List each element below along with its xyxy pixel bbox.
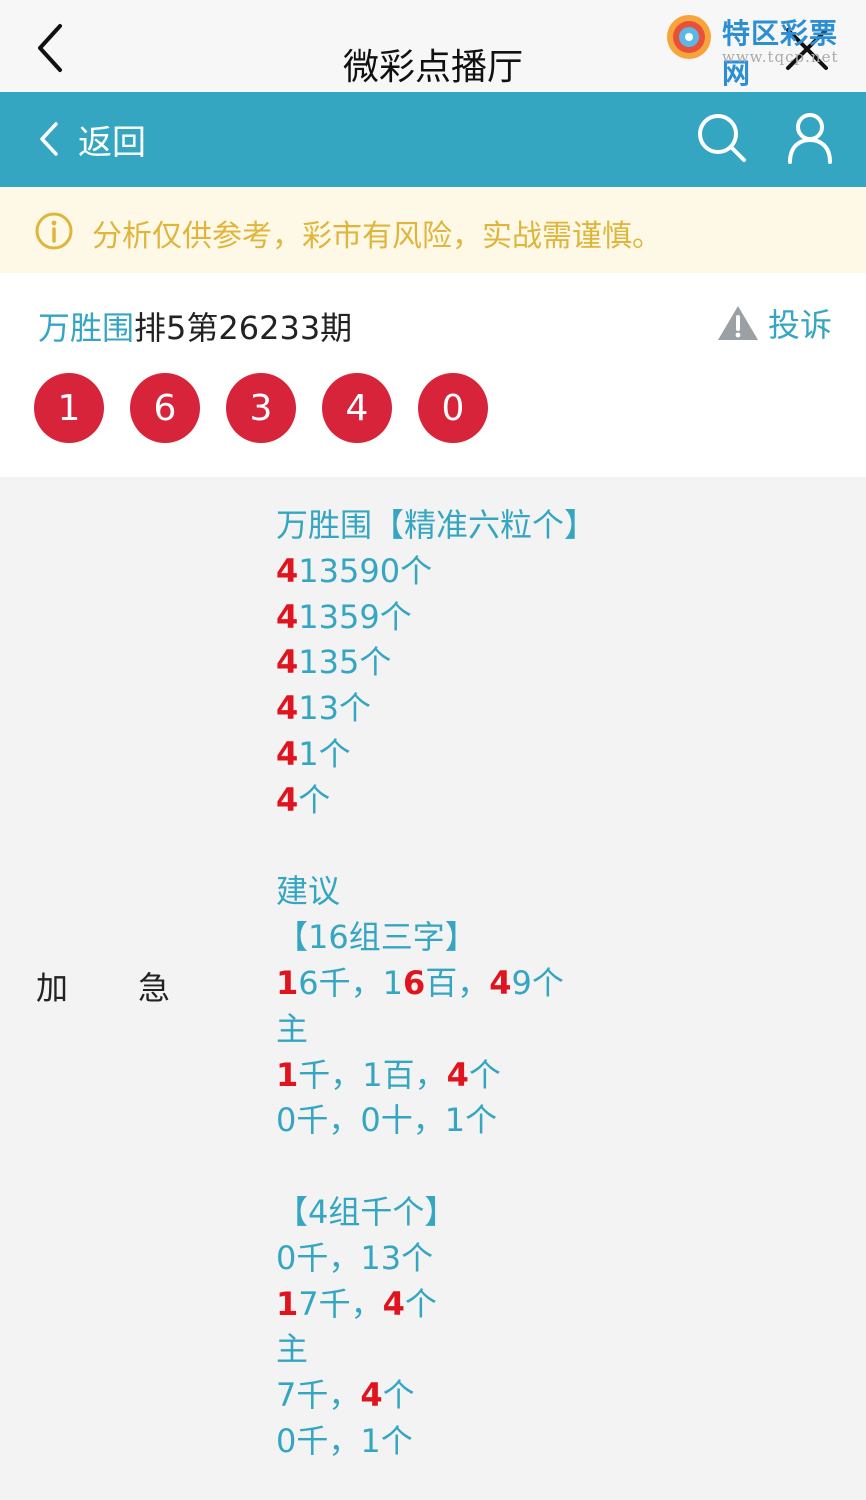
back-label: 返回 bbox=[78, 122, 146, 163]
line-text: 7千， bbox=[276, 1376, 361, 1415]
analysis-line: 413个 bbox=[276, 686, 596, 732]
analysis-line: 主 bbox=[276, 1327, 596, 1373]
analysis-line: 0千，13个 bbox=[276, 1236, 596, 1282]
line-text: 千，1百， bbox=[298, 1055, 447, 1094]
line-text: 135个 bbox=[298, 643, 392, 682]
highlight-digit: 4 bbox=[276, 734, 299, 773]
analysis-line: 【16组三字】 bbox=[276, 915, 596, 961]
risk-notice: 分析仅供参考，彩市有风险，实战需谨慎。 bbox=[0, 187, 866, 273]
nav-bar: 返回 bbox=[0, 92, 866, 187]
line-text: 个 bbox=[382, 1376, 415, 1415]
analysis-line: 0千，0十，1个 bbox=[276, 1098, 596, 1144]
analysis-line: 0千，1个 bbox=[276, 1419, 596, 1465]
title-bar: 微彩点播厅 特区彩票网 www.tqcp.net bbox=[0, 0, 866, 92]
watermark-url: www.tqcp.net bbox=[722, 48, 839, 66]
analysis-line: 1千，1百，4个 bbox=[276, 1053, 596, 1099]
winning-numbers: 1 6 3 4 0 bbox=[34, 373, 514, 443]
analysis-line: 主 bbox=[276, 1007, 596, 1053]
line-text: 主 bbox=[276, 1330, 309, 1369]
report-label: 投诉 bbox=[768, 306, 833, 344]
highlight-digit: 4 bbox=[360, 1376, 383, 1415]
watermark: 特区彩票网 www.tqcp.net bbox=[664, 8, 864, 90]
analysis-lines: 万胜围【精准六粒个】 413590个 41359个 4135个 413个 41个 4个 建议… bbox=[276, 503, 596, 1465]
back-button[interactable]: 返回 bbox=[38, 114, 146, 164]
highlight-digit: 4 bbox=[276, 689, 299, 728]
highlight-digit: 1 bbox=[276, 963, 299, 1002]
line-text: 万胜围【精准六粒个】 bbox=[276, 506, 597, 544]
highlight-digit: 4 bbox=[382, 1284, 405, 1323]
analysis-content: 加急 万胜围【精准六粒个】 413590个 41359个 4135个 413个 41个 4个… bbox=[0, 477, 866, 1500]
author-link[interactable]: 万胜围 bbox=[38, 309, 134, 347]
line-text: 0千，0十，1个 bbox=[276, 1101, 498, 1140]
line-text: 个 bbox=[298, 780, 331, 819]
analysis-line: 17千，4个 bbox=[276, 1282, 596, 1328]
label-b: 急 bbox=[138, 969, 171, 1007]
info-icon bbox=[35, 212, 73, 250]
label-a: 加 bbox=[36, 969, 69, 1007]
highlight-digit: 6 bbox=[403, 963, 426, 1002]
line-text: 【16组三字】 bbox=[276, 918, 477, 957]
notice-text: 分析仅供参考，彩市有风险，实战需谨慎。 bbox=[92, 219, 662, 254]
line-text: 个 bbox=[468, 1055, 501, 1094]
line-text: 个 bbox=[404, 1284, 437, 1323]
analysis-line: 【4组千个】 bbox=[276, 1190, 596, 1236]
highlight-digit: 4 bbox=[489, 963, 512, 1002]
line-text: 7千， bbox=[298, 1284, 383, 1323]
analysis-line: 建议 bbox=[276, 869, 596, 915]
analysis-line: 4个 bbox=[276, 778, 596, 824]
analysis-line: 16千，16百，49个 bbox=[276, 961, 596, 1007]
line-text: 主 bbox=[276, 1009, 309, 1048]
line-text: 百， bbox=[425, 963, 490, 1002]
report-button[interactable]: 投诉 bbox=[716, 301, 832, 345]
analysis-line: 7千，4个 bbox=[276, 1373, 596, 1419]
analysis-line bbox=[276, 824, 596, 870]
user-icon[interactable] bbox=[786, 112, 834, 164]
line-text: 13个 bbox=[298, 689, 371, 728]
analysis-line: 万胜围【精准六粒个】 bbox=[276, 503, 596, 549]
line-text: 1359个 bbox=[298, 597, 412, 636]
highlight-digit: 4 bbox=[276, 780, 299, 819]
line-text: 13590个 bbox=[298, 551, 433, 590]
lottery-logo-icon bbox=[667, 15, 711, 59]
highlight-digit: 4 bbox=[276, 551, 299, 590]
number-ball: 3 bbox=[226, 373, 296, 443]
line-text: 9个 bbox=[511, 963, 564, 1002]
analysis-line bbox=[276, 1144, 596, 1190]
analysis-line: 413590个 bbox=[276, 549, 596, 595]
issue-number: 排5第26233期 bbox=[134, 309, 353, 347]
highlight-digit: 4 bbox=[276, 643, 299, 682]
number-ball: 4 bbox=[322, 373, 392, 443]
chevron-left-icon bbox=[40, 122, 58, 156]
analysis-line: 41359个 bbox=[276, 595, 596, 641]
issue-header: 万胜围排5第26233期 投诉 1 6 3 4 0 bbox=[0, 273, 866, 477]
line-text: 0千，1个 bbox=[276, 1421, 413, 1460]
issue-title: 万胜围排5第26233期 bbox=[38, 303, 352, 349]
highlight-digit: 4 bbox=[276, 597, 299, 636]
urgent-label: 加急 bbox=[36, 963, 170, 1009]
line-text: 建议 bbox=[276, 872, 341, 911]
line-text: 6千，1 bbox=[298, 963, 403, 1002]
analysis-line: 41个 bbox=[276, 732, 596, 778]
line-text: 0千，13个 bbox=[276, 1238, 434, 1277]
number-ball: 0 bbox=[418, 373, 488, 443]
number-ball: 6 bbox=[130, 373, 200, 443]
number-ball: 1 bbox=[34, 373, 104, 443]
highlight-digit: 1 bbox=[276, 1284, 299, 1323]
line-text: 【4组千个】 bbox=[276, 1192, 457, 1231]
highlight-digit: 1 bbox=[276, 1055, 299, 1094]
line-text: 1个 bbox=[298, 734, 351, 773]
analysis-line: 4135个 bbox=[276, 640, 596, 686]
search-icon[interactable] bbox=[696, 112, 748, 164]
warning-icon bbox=[718, 306, 758, 340]
highlight-digit: 4 bbox=[446, 1055, 469, 1094]
